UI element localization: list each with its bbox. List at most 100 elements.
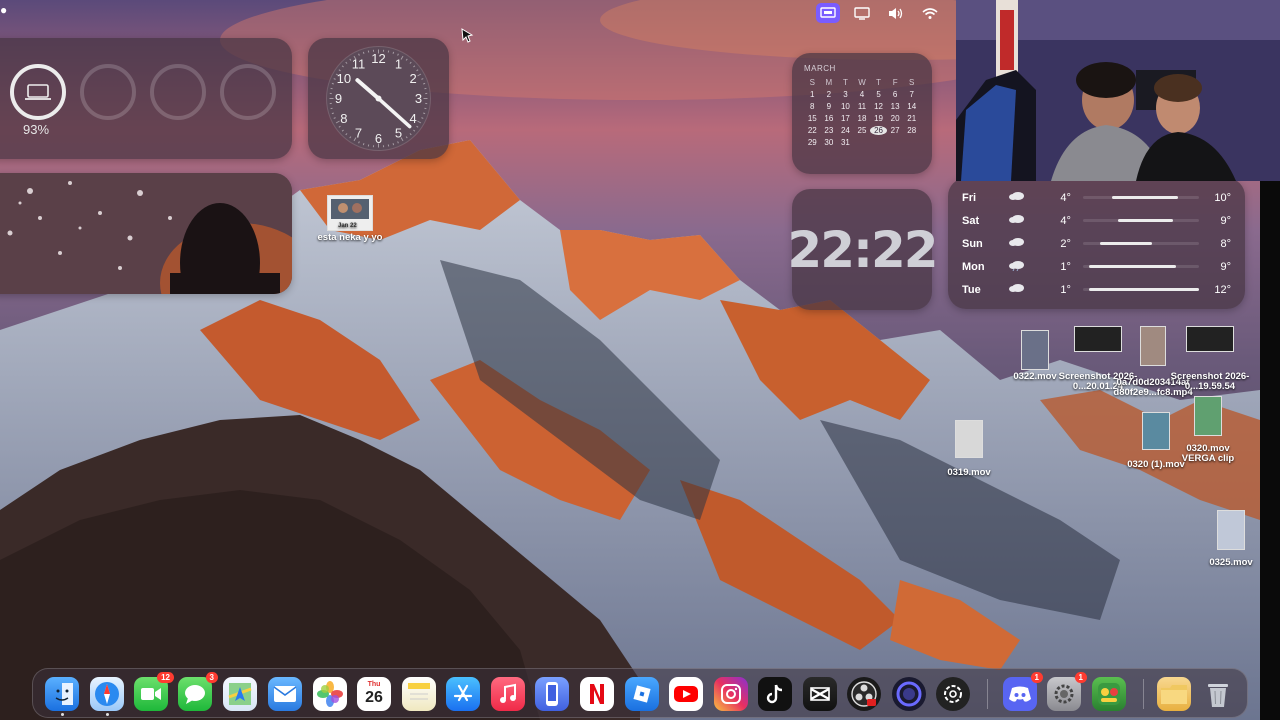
video-thumbnail — [955, 420, 983, 458]
calendar-day — [903, 138, 920, 147]
weather-day: Sun — [962, 237, 983, 250]
clock-center — [375, 95, 382, 102]
temperature-range-fill — [1088, 288, 1199, 291]
screen-mirroring-icon[interactable] — [816, 3, 840, 23]
photos-icon[interactable] — [313, 677, 347, 711]
calendar-weekday: W — [858, 78, 866, 87]
screenshot-thumbnail — [1186, 326, 1234, 352]
weather-low: 1° — [1060, 260, 1071, 273]
wifi-icon[interactable] — [918, 3, 942, 23]
chatgpt-icon[interactable] — [936, 677, 970, 711]
apple-menu-icon[interactable]: ● — [0, 3, 10, 17]
weather-widget[interactable]: Fri 4° 10° Sat 4° 9° Sun 2° 8° Mon 1° 9° Tue 1° 12° — [948, 178, 1245, 309]
temperature-range-bar — [1082, 288, 1199, 291]
temperature-range-bar — [1082, 196, 1199, 199]
calendar-day: 8 — [810, 102, 815, 111]
calendar-widget[interactable]: MARCH S M T W T F S 1 2 3 4 5 6 7 8 9 10 11 12 13 14 15 16 17 18… — [792, 53, 932, 174]
desktop-icon-video[interactable]: 0325.mov — [1202, 510, 1260, 568]
calendar-day: 27 — [890, 126, 900, 135]
calendar-day: 24 — [840, 126, 850, 135]
downloads-folder-icon[interactable] — [1157, 677, 1191, 711]
screen-recorder-icon[interactable] — [892, 677, 926, 711]
obs-icon[interactable] — [847, 677, 881, 711]
webcam-video — [956, 0, 1280, 181]
iphone-mirroring-icon[interactable] — [535, 677, 569, 711]
desktop-icon-video[interactable]: 0322.mov — [1008, 330, 1062, 382]
dock-separator — [1143, 679, 1144, 709]
volume-icon[interactable] — [884, 3, 908, 23]
mouse-cursor-icon — [461, 28, 474, 43]
maps-icon[interactable] — [223, 677, 257, 711]
music-icon[interactable] — [491, 677, 525, 711]
calendar-month: MARCH — [804, 64, 836, 73]
clock-tick — [331, 82, 334, 85]
calendar-day — [854, 138, 871, 147]
netflix-icon[interactable] — [580, 677, 614, 711]
weather-row: Tue 1° 12° — [962, 278, 1231, 301]
facetime-icon[interactable]: 12 — [134, 672, 174, 711]
youtube-icon[interactable] — [669, 677, 703, 711]
laptop-icon — [25, 84, 51, 100]
calendar-day: 12 — [874, 102, 884, 111]
weather-high: 12° — [1214, 283, 1231, 296]
calendar-weekday: T — [842, 78, 848, 87]
instagram-icon[interactable] — [714, 677, 748, 711]
notes-icon[interactable] — [402, 677, 436, 711]
calendar-day: 23 — [824, 126, 834, 135]
safari-icon[interactable] — [90, 677, 124, 711]
temperature-range-fill — [1100, 242, 1153, 245]
temperature-range-fill — [1117, 219, 1174, 222]
weather-day: Fri — [962, 191, 977, 204]
cloud-rain-icon — [1008, 259, 1035, 274]
calendar-weekday: S — [909, 78, 915, 87]
roblox-icon[interactable] — [625, 677, 659, 711]
clock-tick — [362, 51, 365, 54]
calendar-day: 25 — [857, 126, 867, 135]
display-icon[interactable] — [850, 3, 874, 23]
desktop-icon-video[interactable]: 0319.mov — [942, 420, 996, 478]
clock-number: 9 — [335, 91, 342, 106]
digital-clock-widget[interactable]: 22:22 — [787, 189, 939, 310]
capcut-icon[interactable] — [803, 677, 837, 711]
cloud-icon — [1008, 282, 1035, 297]
calendar-grid: S M T W T F S 1 2 3 4 5 6 7 8 9 10 11 12 13 14 15 16 17 18 19 20 21… — [804, 78, 920, 147]
calendar-day: 30 — [824, 138, 834, 147]
calendar-day: 21 — [907, 114, 917, 123]
app-store-icon[interactable] — [446, 677, 480, 711]
clock-widget[interactable]: 12 1 2 3 4 5 6 7 8 9 10 11 — [308, 38, 449, 159]
clock-tick — [331, 112, 334, 115]
screen-edge — [1260, 181, 1280, 720]
desktop-icon-video[interactable]: 0320.mov VERGA clip — [1178, 396, 1238, 464]
dock-calendar-day: Thu — [367, 681, 381, 688]
clock-number: 2 — [410, 71, 417, 86]
desktop-icon-label: 0320.mov VERGA clip — [1181, 443, 1235, 464]
tiktok-icon[interactable] — [758, 677, 792, 711]
finder-icon[interactable] — [45, 677, 79, 711]
video-thumbnail — [1194, 396, 1222, 436]
digital-clock-time: 22:22 — [787, 220, 938, 279]
cloud-icon — [1008, 236, 1035, 251]
svg-text:Jan 22: Jan 22 — [338, 223, 357, 229]
video-thumbnail — [1021, 330, 1049, 370]
calendar-day: 31 — [840, 138, 850, 147]
messages-icon[interactable]: 3 — [178, 672, 218, 711]
messages-badge: 3 — [205, 672, 218, 683]
weather-low: 4° — [1060, 214, 1071, 227]
game-app-icon[interactable] — [1092, 677, 1126, 711]
battery-ring-empty — [220, 64, 276, 120]
system-settings-icon[interactable]: 1 — [1047, 672, 1087, 711]
trash-icon[interactable] — [1201, 677, 1235, 711]
photo-widget[interactable] — [0, 173, 292, 294]
battery-ring-empty — [150, 64, 206, 120]
desktop-icon-photo[interactable]: Jan 22 esta neka y yo — [308, 195, 392, 243]
desktop-icon-screenshot[interactable]: Screenshot 2026-0...19.59.54 — [1170, 326, 1250, 392]
clock-tick — [392, 143, 395, 146]
calendar-app-icon[interactable]: Thu 26 — [357, 677, 391, 711]
discord-icon[interactable]: 1 — [1003, 672, 1043, 711]
video-thumbnail — [1217, 510, 1245, 550]
temperature-range-bar — [1082, 242, 1199, 245]
discord-badge: 1 — [1030, 672, 1043, 683]
mail-icon[interactable] — [268, 677, 302, 711]
battery-widget[interactable]: 93% — [0, 38, 292, 159]
calendar-day: 17 — [840, 114, 850, 123]
